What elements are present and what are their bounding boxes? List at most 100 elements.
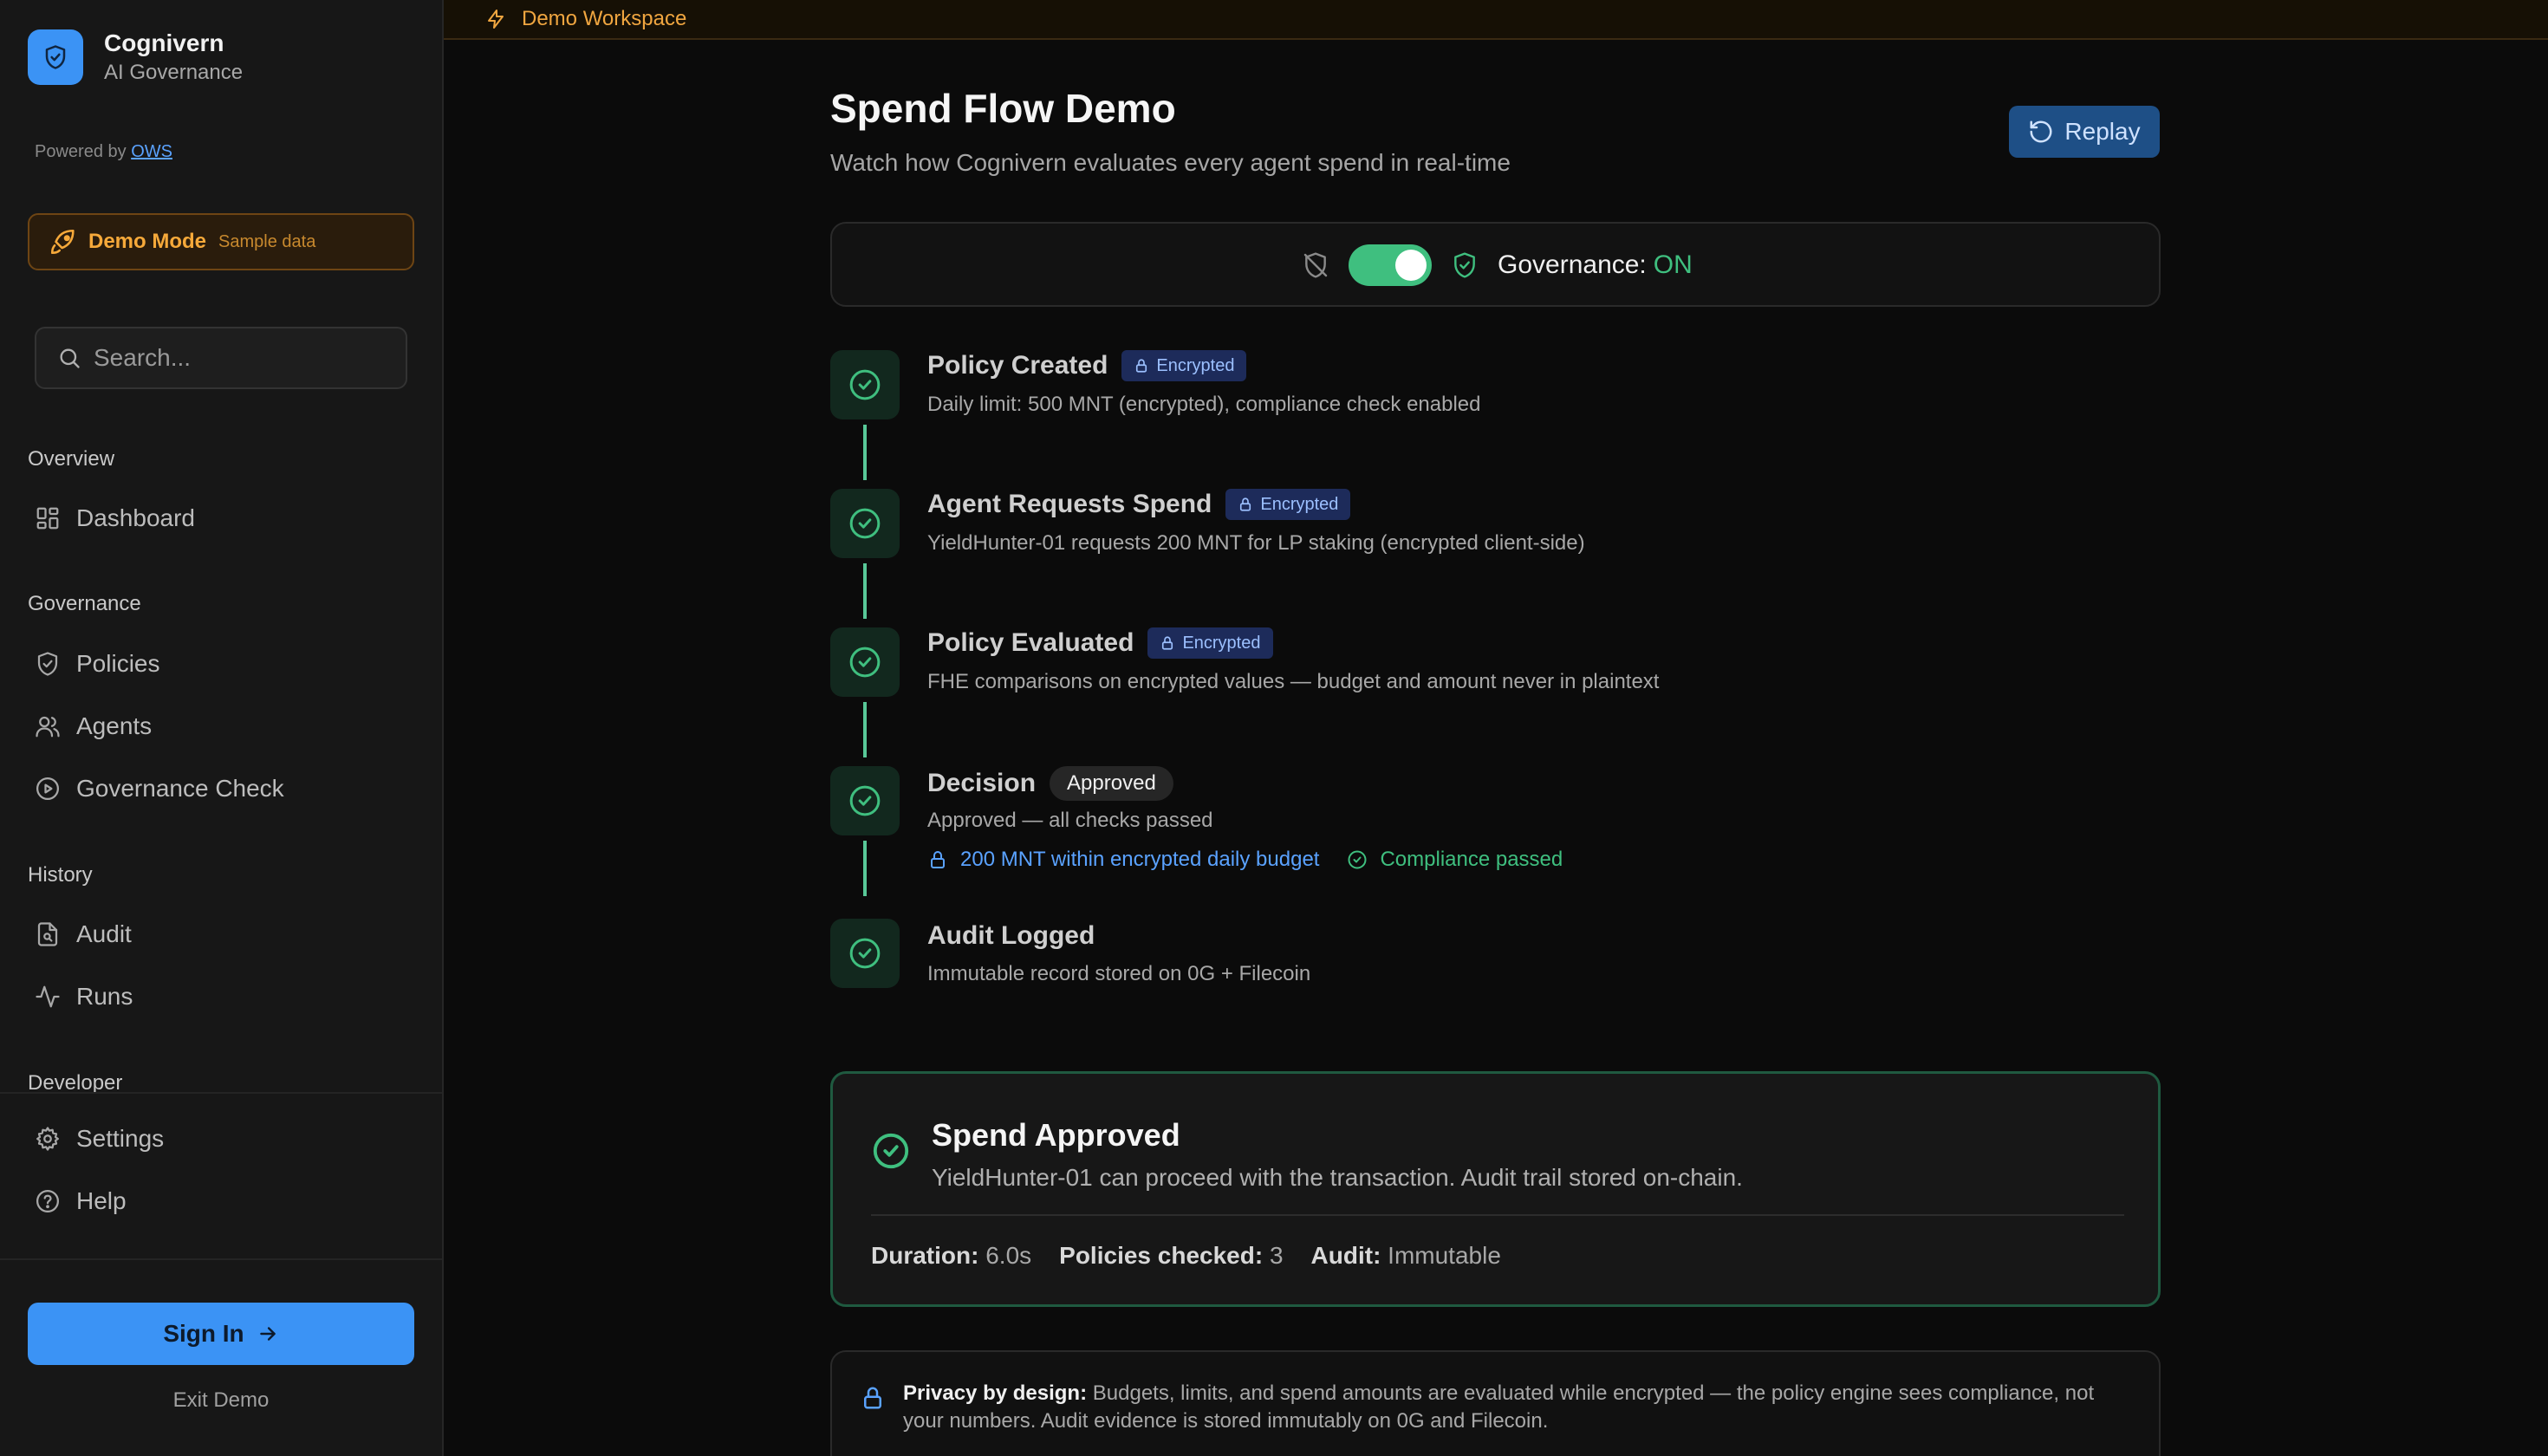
governance-label: Governance: (1498, 250, 1647, 279)
users-icon (35, 713, 61, 739)
toggle-knob (1395, 250, 1427, 281)
step-5-title: Audit Logged (927, 921, 1095, 951)
result-title: Spend Approved (932, 1117, 1180, 1153)
step-1-desc: Daily limit: 500 MNT (encrypted), compli… (927, 393, 1481, 416)
sign-in-label: Sign In (163, 1320, 244, 1347)
workspace-label: Demo Workspace (522, 7, 687, 30)
stat-audit-label: Audit: (1310, 1242, 1381, 1269)
step-4-title: Decision Approved (927, 766, 1173, 801)
nav-agents-label: Agents (76, 712, 153, 739)
lightning-icon (485, 9, 506, 29)
timeline-connector (863, 563, 867, 619)
spend-approved-card: Spend Approved YieldHunter-01 can procee… (830, 1071, 2161, 1307)
stat-duration-label: Duration: (871, 1242, 979, 1269)
step-2-title: Agent Requests Spend Encrypted (927, 489, 1351, 520)
step-4-title-text: Decision (927, 769, 1037, 797)
search-box[interactable] (35, 327, 407, 389)
ows-link[interactable]: OWS (131, 142, 172, 161)
nav-help-label: Help (76, 1187, 127, 1214)
result-desc: YieldHunter-01 can proceed with the tran… (932, 1164, 1743, 1191)
sign-in-button[interactable]: Sign In (28, 1303, 414, 1365)
budget-check: 200 MNT within encrypted daily budget (927, 848, 1319, 872)
approved-badge: Approved (1050, 766, 1173, 801)
rocket-icon (49, 227, 78, 257)
stat-policies-value: 3 (1269, 1242, 1284, 1269)
encrypted-badge-label: Encrypted (1182, 633, 1261, 653)
shield-off-icon (1302, 251, 1329, 279)
grid-icon (35, 505, 61, 531)
compliance-check-label: Compliance passed (1380, 848, 1563, 871)
nav-governance-check[interactable]: Governance Check (28, 764, 418, 813)
section-governance: Governance (28, 592, 141, 615)
step-2-title-text: Agent Requests Spend (927, 490, 1212, 518)
decision-checks: 200 MNT within encrypted daily budget Co… (927, 848, 1563, 872)
governance-toggle[interactable] (1349, 244, 1432, 286)
demo-mode-label: Demo Mode (88, 230, 207, 253)
powered-by: Powered by OWS (35, 142, 172, 162)
demo-mode-banner[interactable]: Demo Mode Sample data (28, 213, 414, 270)
step-5-check-icon (830, 919, 900, 988)
nav-runs[interactable]: Runs (28, 972, 418, 1021)
play-circle-icon (35, 776, 61, 802)
shield-logo-icon (28, 29, 83, 85)
brand[interactable]: Cognivern AI Governance (28, 28, 243, 87)
arrow-right-icon (259, 1327, 276, 1341)
step-3-title: Policy Evaluated Encrypted (927, 627, 1273, 659)
stat-duration: Duration: 6.0s (871, 1242, 1031, 1270)
search-input[interactable] (94, 344, 388, 372)
check-circle-icon (1348, 850, 1367, 869)
step-3-desc: FHE comparisons on encrypted values — bu… (927, 670, 1660, 693)
lock-icon (1136, 359, 1147, 373)
encrypted-badge: Encrypted (1121, 350, 1247, 381)
replay-label: Replay (2064, 118, 2141, 145)
step-3-title-text: Policy Evaluated (927, 628, 1134, 657)
powered-by-prefix: Powered by (35, 142, 127, 161)
stat-audit-value: Immutable (1388, 1242, 1501, 1269)
nav-dashboard-label: Dashboard (76, 504, 195, 531)
step-1-title: Policy Created Encrypted (927, 350, 1247, 381)
nav-policies[interactable]: Policies (28, 640, 418, 688)
sidebar-footer-divider (0, 1258, 442, 1260)
file-search-icon (35, 921, 61, 947)
privacy-label: Privacy by design: (903, 1381, 1088, 1405)
section-overview: Overview (28, 447, 115, 471)
activity-icon (35, 984, 61, 1010)
timeline-connector (863, 425, 867, 480)
step-4-desc: Approved — all checks passed (927, 809, 1213, 832)
nav-agents[interactable]: Agents (28, 702, 418, 751)
replay-icon (2030, 120, 2052, 143)
nav-audit[interactable]: Audit (28, 910, 418, 959)
governance-status: ON (1653, 250, 1693, 279)
stat-duration-value: 6.0s (985, 1242, 1032, 1269)
step-1-title-text: Policy Created (927, 351, 1108, 380)
lock-icon (860, 1385, 886, 1411)
page-subtitle: Watch how Cognivern evaluates every agen… (830, 149, 1511, 176)
exit-demo-link[interactable]: Exit Demo (0, 1388, 442, 1413)
nav-governance-check-label: Governance Check (76, 775, 284, 802)
shield-check-on-icon (1451, 251, 1479, 279)
workspace-banner: Demo Workspace (444, 0, 2548, 40)
demo-mode-sub: Sample data (218, 231, 316, 251)
brand-name: Cognivern (104, 29, 224, 56)
encrypted-badge-label: Encrypted (1156, 355, 1235, 375)
nav-dashboard[interactable]: Dashboard (28, 494, 418, 543)
lock-icon (931, 851, 945, 868)
privacy-text: Privacy by design: Budgets, limits, and … (903, 1380, 2125, 1435)
timeline-connector (863, 841, 867, 896)
step-5-title-text: Audit Logged (927, 921, 1095, 950)
brand-subtitle: AI Governance (104, 61, 244, 84)
encrypted-badge-label: Encrypted (1260, 494, 1339, 514)
nav-settings-label: Settings (76, 1125, 165, 1152)
page-title: Spend Flow Demo (830, 86, 1176, 131)
encrypted-badge: Encrypted (1147, 627, 1273, 659)
compliance-check: Compliance passed (1347, 848, 1563, 872)
lock-icon (1162, 636, 1173, 650)
nav-runs-label: Runs (76, 983, 133, 1010)
nav-help[interactable]: Help (28, 1177, 418, 1225)
step-3-check-icon (830, 627, 900, 697)
section-history: History (28, 863, 93, 887)
replay-button[interactable]: Replay (2009, 106, 2160, 158)
stat-policies: Policies checked: 3 (1059, 1242, 1283, 1270)
nav-settings[interactable]: Settings (28, 1115, 418, 1163)
approved-check-icon (871, 1131, 911, 1171)
